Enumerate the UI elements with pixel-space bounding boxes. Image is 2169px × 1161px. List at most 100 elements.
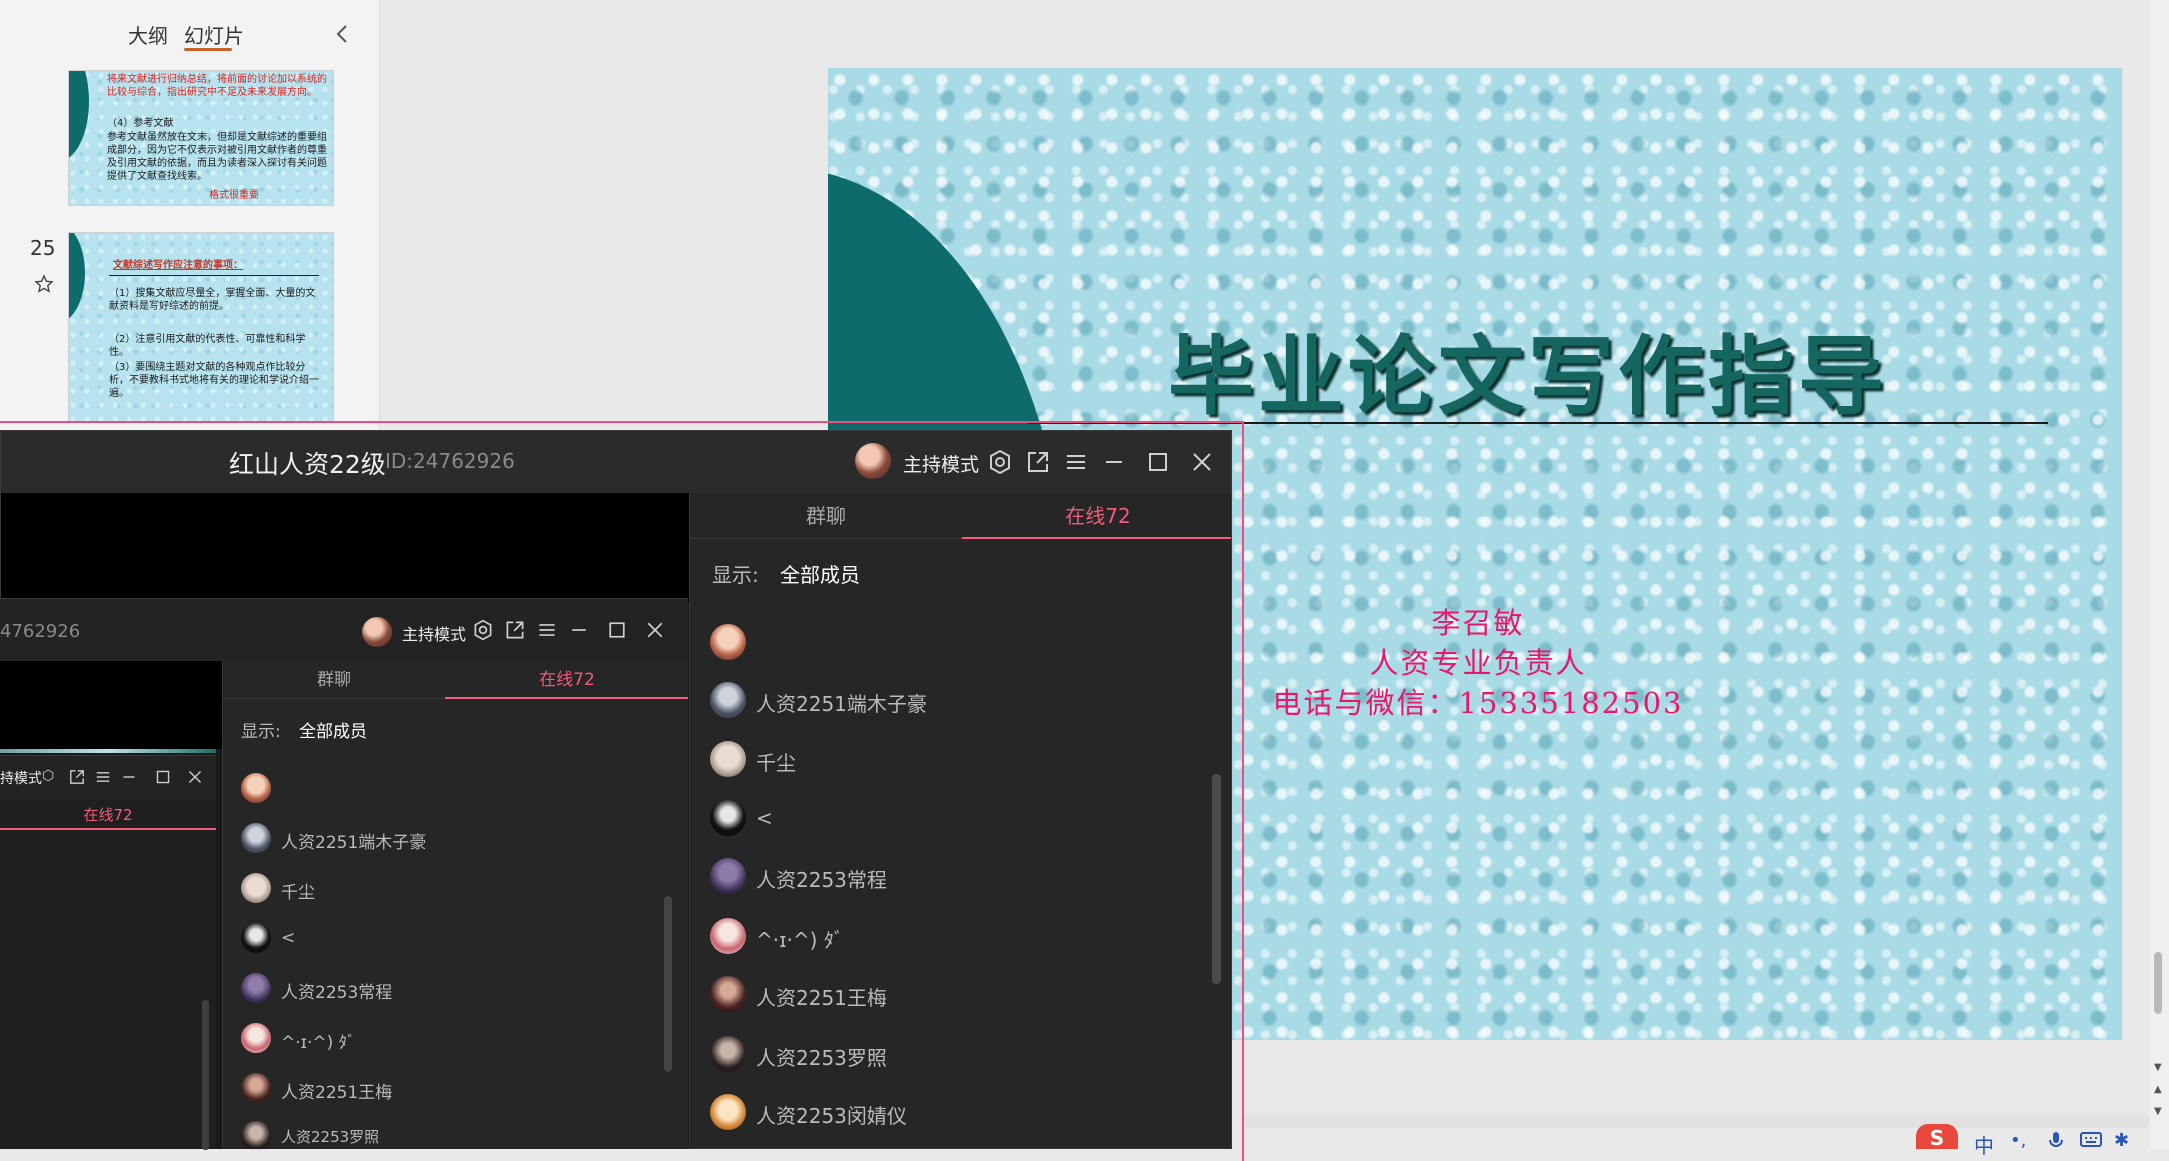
meeting-id: ID:24762926 — [385, 449, 515, 473]
menu-icon[interactable] — [94, 768, 112, 786]
author-contact[interactable]: 电话与微信：15335182503 — [1128, 680, 1828, 722]
thumb-heading: （4）参考文献 — [107, 118, 174, 129]
popout-icon[interactable] — [68, 768, 86, 786]
slide-thumbnail-25[interactable]: 文献综述写作应注意的事项： （1）搜集文献应尽量全，掌握全面、大量的文献资料是写… — [68, 232, 334, 422]
host-avatar[interactable] — [855, 443, 891, 479]
thumb-item-3: （3）要围绕主题对文献的各种观点作比较分析，不要教科书式地将有关的理论和学说介绍… — [109, 362, 319, 399]
skin-icon[interactable]: ✱ — [2114, 1130, 2134, 1151]
member-name: < — [756, 806, 773, 830]
menu-icon[interactable] — [1063, 449, 1089, 475]
member-avatar — [710, 741, 746, 777]
meeting-titlebar[interactable]: 红山人资22级 ID:24762926 主持模式 — [1, 431, 1231, 493]
member-avatar — [241, 1023, 271, 1053]
member-name: 人资2251端木子豪 — [756, 692, 927, 716]
title-divider — [1028, 422, 2048, 424]
member-avatar — [710, 800, 746, 836]
member-avatar — [710, 682, 746, 718]
member-name: 人资2251王梅 — [756, 986, 887, 1010]
minimize-icon[interactable] — [120, 768, 138, 786]
slide-title[interactable]: 毕业论文写作指导 — [1168, 306, 1948, 431]
host-mode-label[interactable]: 主持模式 — [903, 450, 979, 477]
horizontal-scrollbar[interactable] — [1240, 1114, 2150, 1128]
filter-label: 显示: — [712, 563, 759, 587]
member-name: < — [281, 928, 296, 948]
thumb-body: 参考文献虽然放在文末，但却是文献综述的重要组成部分，因为它不仅表示对被引用文献作… — [107, 132, 327, 182]
scroll-thumb[interactable] — [2154, 952, 2162, 1014]
microphone-icon[interactable] — [2046, 1130, 2066, 1150]
nested-titlebar-2[interactable]: 持模式 ⬡ — [0, 756, 216, 800]
host-avatar[interactable] — [362, 617, 392, 647]
nested-list-scrollbar[interactable] — [664, 896, 672, 1072]
menu-icon[interactable] — [536, 619, 558, 641]
nested-meeting-window-2[interactable]: 持模式 ⬡ 在线72 — [0, 755, 216, 1149]
close-icon[interactable] — [186, 768, 204, 786]
nested-list-scrollbar-2[interactable] — [202, 1000, 209, 1150]
filter-dropdown[interactable]: 全部成员 — [299, 717, 367, 742]
member-list-scrollbar[interactable] — [1212, 774, 1221, 984]
minimize-icon[interactable] — [568, 619, 590, 641]
minimize-icon[interactable] — [1101, 449, 1127, 475]
author-name[interactable]: 李召敏 — [1128, 600, 1828, 642]
ime-mode[interactable]: 中 — [1974, 1130, 1994, 1159]
tab-online[interactable]: 在线72 — [0, 800, 216, 830]
popout-icon[interactable] — [1025, 449, 1051, 475]
keyboard-icon[interactable] — [2080, 1130, 2102, 1150]
settings-icon[interactable] — [472, 619, 494, 641]
filter-dropdown[interactable]: 全部成员 — [780, 559, 860, 588]
star-icon[interactable] — [34, 274, 54, 294]
maximize-icon[interactable] — [1145, 449, 1171, 475]
member-avatar — [241, 873, 271, 903]
thumb-item-1: （1）搜集文献应尽量全，掌握全面、大量的文献资料是写好综述的前提。 — [109, 288, 316, 312]
tab-online[interactable]: 在线72 — [962, 493, 1231, 539]
member-avatar — [241, 823, 271, 853]
panel-tabs: 群聊 在线72 — [690, 493, 1231, 539]
scroll-down-icon[interactable]: ▼ — [2154, 1062, 2162, 1073]
video-black-band — [0, 661, 222, 749]
settings-icon[interactable]: ⬡ — [42, 768, 54, 784]
thumb-tail: 格式很重要 — [209, 190, 259, 201]
prev-page-icon[interactable]: ▲ — [2154, 1084, 2162, 1095]
member-avatar — [241, 923, 271, 953]
host-mode-label[interactable]: 主持模式 — [402, 621, 466, 645]
collapse-panel-icon[interactable] — [332, 22, 354, 46]
tab-outline[interactable]: 大纲 — [128, 20, 168, 49]
member-avatar — [710, 918, 746, 954]
member-name: ^·ɪ·^) ﾀﾞ — [281, 1033, 356, 1053]
slide-thumbnail-24[interactable]: 将来文献进行归纳总结，将前面的讨论加以系统的比较与综合，指出研究中不足及未来发展… — [68, 70, 334, 206]
maximize-icon[interactable] — [606, 619, 628, 641]
video-black-band — [1, 493, 689, 603]
filter-label: 显示: — [241, 722, 281, 742]
member-avatar — [241, 1073, 271, 1103]
close-icon[interactable] — [644, 619, 666, 641]
tab-group-chat[interactable]: 群聊 — [690, 493, 962, 539]
punctuation-icon[interactable]: •, — [2010, 1130, 2030, 1151]
settings-icon[interactable] — [987, 449, 1013, 475]
next-page-icon[interactable]: ▼ — [2154, 1106, 2162, 1117]
nested-member-panel: 群聊 在线72 显示: 全部成员 人资2251端木子豪 千尘 < 人资2253常… — [222, 661, 688, 1149]
close-icon[interactable] — [1189, 449, 1215, 475]
maximize-icon[interactable] — [154, 768, 172, 786]
vertical-scrollbar[interactable]: ▼ ▲ ▼ — [2150, 0, 2169, 1149]
thumb-title: 文献综述写作应注意的事项： — [113, 260, 243, 271]
nested-titlebar[interactable]: 4762926 主持模式 — [0, 599, 688, 661]
member-avatar — [710, 624, 746, 660]
panel-tabs: 群聊 在线72 — [223, 661, 688, 699]
host-mode-label[interactable]: 持模式 — [0, 768, 42, 788]
thumb-arc — [69, 233, 85, 323]
member-name: 人资2251端木子豪 — [281, 833, 427, 853]
author-role[interactable]: 人资专业负责人 — [1128, 640, 1828, 682]
thumb-item-2: （2）注意引用文献的代表性、可靠性和科学性。 — [109, 334, 306, 358]
member-name: 人资2251王梅 — [281, 1083, 393, 1103]
member-name: 人资2253常程 — [281, 983, 393, 1003]
screen-share-strip — [0, 749, 216, 753]
popout-icon[interactable] — [504, 619, 526, 641]
member-avatar — [241, 973, 271, 1003]
member-avatar — [710, 1094, 746, 1130]
member-name: 千尘 — [756, 751, 796, 775]
tab-slides[interactable]: 幻灯片 — [184, 20, 244, 49]
member-avatar — [241, 773, 271, 803]
sogou-ime-icon[interactable]: S — [1916, 1124, 1958, 1150]
tab-online[interactable]: 在线72 — [445, 661, 688, 699]
thumb-arc — [69, 71, 89, 161]
tab-group-chat[interactable]: 群聊 — [223, 661, 445, 699]
